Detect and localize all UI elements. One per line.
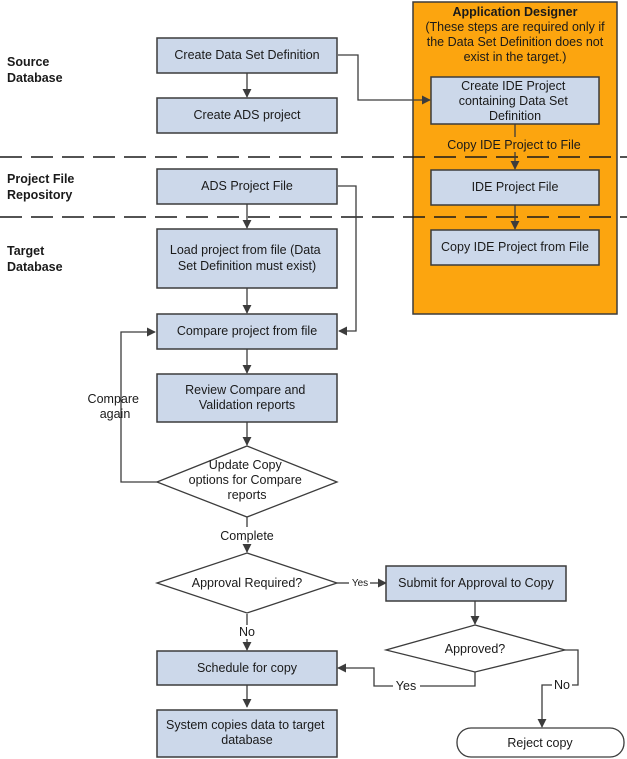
edge-label-no: No xyxy=(554,678,570,692)
connector xyxy=(337,663,393,687)
connector xyxy=(338,185,357,336)
decision-label: Approval Required? xyxy=(192,576,303,590)
app-designer-note-line: (These steps are required only if xyxy=(425,20,605,34)
step-label: Create Data Set Definition xyxy=(174,48,319,62)
edge-label-yes: Yes xyxy=(396,679,416,693)
app-designer-title: Application Designer xyxy=(452,5,577,19)
edge-label-compare-again: Compare again xyxy=(88,392,143,421)
step-label: ADS Project File xyxy=(201,179,293,193)
edge-label-complete: Complete xyxy=(220,529,274,543)
step-label: Schedule for copy xyxy=(197,661,298,675)
decision-label: Approved? xyxy=(445,642,506,656)
step-label: Copy IDE Project from File xyxy=(441,240,589,254)
edge-label-copy-ide-to-file: Copy IDE Project to File xyxy=(447,138,580,152)
edge-label-yes: Yes xyxy=(352,578,368,589)
edge-label-no: No xyxy=(239,625,255,639)
lane-label-source: Source Database xyxy=(7,55,63,85)
step-label: IDE Project File xyxy=(472,180,559,194)
flowchart: Application Designer (These steps are re… xyxy=(0,1,627,758)
terminal-label: Reject copy xyxy=(507,736,573,750)
app-designer-note-line: exist in the target.) xyxy=(464,50,567,64)
step-label: Create ADS project xyxy=(194,108,302,122)
lane-label-target: Target Database xyxy=(7,244,63,274)
app-designer-note-line: the Data Set Definition does not xyxy=(427,35,604,49)
step-label: Submit for Approval to Copy xyxy=(398,576,554,590)
connector xyxy=(537,684,552,728)
step-label: Review Compare and Validation reports xyxy=(185,383,309,412)
lane-label-repository: Project File Repository xyxy=(7,172,74,202)
step-label: Compare project from file xyxy=(177,324,317,338)
